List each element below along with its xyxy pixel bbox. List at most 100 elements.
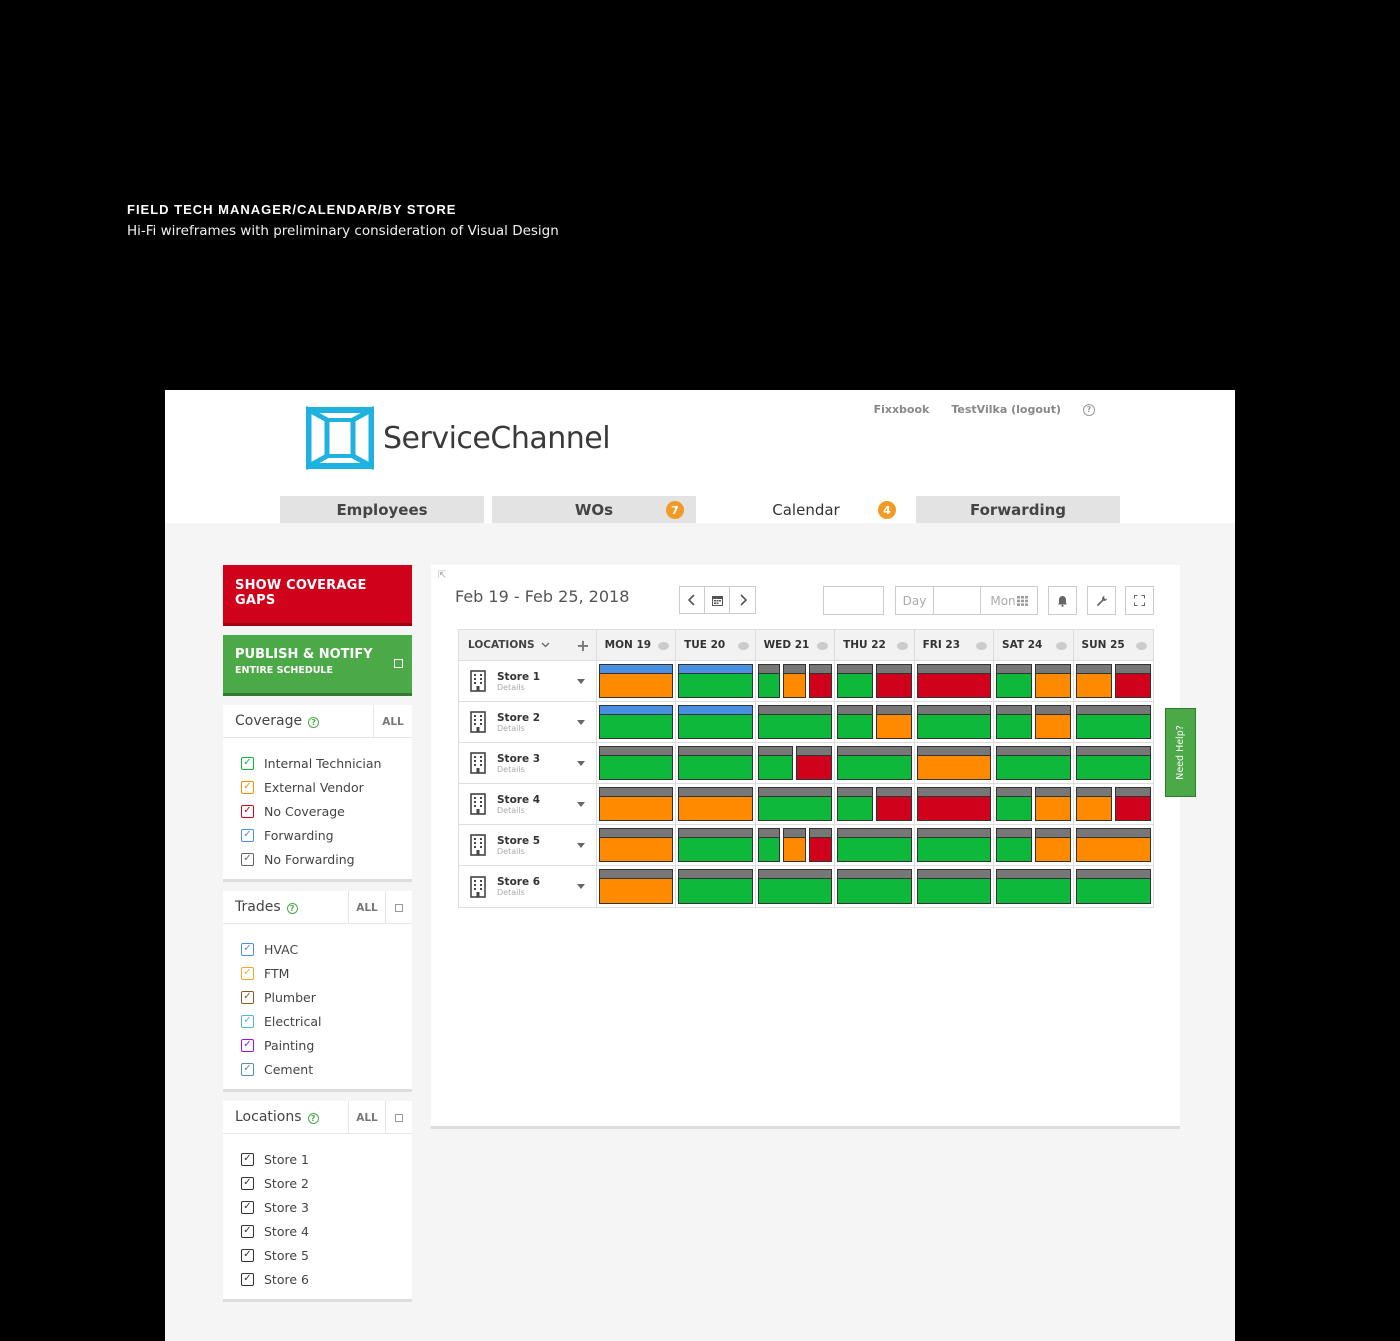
tab-employees[interactable]: Employees — [280, 496, 484, 523]
shift-block[interactable] — [916, 705, 992, 739]
comment-icon[interactable] — [976, 642, 988, 650]
schedule-cell[interactable] — [756, 784, 836, 824]
fullscreen-button[interactable] — [1125, 586, 1154, 615]
shift-block[interactable] — [837, 787, 873, 821]
schedule-cell[interactable] — [994, 743, 1074, 783]
checkbox-icon[interactable]: ✓ — [241, 852, 254, 866]
shift-block[interactable] — [916, 664, 992, 698]
prev-week-button[interactable] — [680, 587, 705, 613]
locations-help-icon[interactable]: ? — [307, 1113, 319, 1124]
trades-all-button[interactable]: ALL — [348, 891, 385, 924]
shift-block[interactable] — [1075, 787, 1112, 821]
tab-calendar[interactable]: Calendar 4 — [704, 496, 908, 523]
schedule-cell[interactable] — [994, 784, 1074, 824]
need-help-tab[interactable]: Need Help? — [1165, 708, 1196, 797]
schedule-cell[interactable] — [1074, 661, 1153, 701]
locations-column-header[interactable]: LOCATIONS + — [459, 630, 597, 660]
notifications-button[interactable] — [1048, 586, 1077, 615]
schedule-cell[interactable] — [756, 866, 836, 907]
trade-filter-item[interactable]: ✓ Painting — [241, 1033, 412, 1057]
logout-link[interactable]: TestVilka (logout) — [951, 403, 1061, 416]
shift-block[interactable] — [757, 787, 833, 821]
view-week-button[interactable] — [934, 587, 981, 614]
checkbox-icon[interactable]: ✓ — [241, 1176, 254, 1190]
checkbox-icon[interactable]: ✓ — [241, 990, 254, 1004]
day-column-header[interactable]: WED 21 — [756, 630, 836, 660]
shift-block[interactable] — [996, 787, 1032, 821]
comment-icon[interactable] — [1055, 642, 1067, 650]
shift-block[interactable] — [783, 664, 807, 698]
shift-block[interactable] — [837, 869, 912, 904]
chevron-down-icon[interactable] — [576, 802, 585, 807]
coverage-filter-item[interactable]: ✓ External Vendor — [241, 775, 412, 799]
schedule-cell[interactable] — [915, 743, 995, 783]
schedule-cell[interactable] — [994, 825, 1074, 865]
shift-block[interactable] — [757, 828, 781, 862]
trades-help-icon[interactable]: ? — [286, 903, 298, 914]
day-column-header[interactable]: TUE 20 — [676, 630, 756, 660]
location-filter-item[interactable]: ✓ Store 5 — [241, 1243, 412, 1267]
shift-block[interactable] — [1075, 869, 1152, 904]
location-filter-item[interactable]: ✓ Store 4 — [241, 1219, 412, 1243]
store-details-link[interactable]: Details — [497, 683, 540, 692]
shift-block[interactable] — [1034, 664, 1071, 698]
store-cell[interactable]: Store 5 Details — [459, 825, 597, 865]
shift-block[interactable] — [1034, 787, 1071, 821]
chevron-down-icon[interactable] — [576, 679, 585, 684]
store-details-link[interactable]: Details — [497, 847, 540, 856]
checkbox-icon[interactable]: ✓ — [241, 756, 254, 770]
shift-block[interactable] — [996, 828, 1032, 862]
schedule-cell[interactable] — [994, 661, 1074, 701]
coverage-filter-item[interactable]: ✓ No Coverage — [241, 799, 412, 823]
comment-icon[interactable] — [737, 642, 749, 650]
day-column-header[interactable]: SAT 24 — [994, 630, 1074, 660]
shift-block[interactable] — [598, 787, 674, 821]
shift-block[interactable] — [757, 664, 781, 698]
shift-block[interactable] — [916, 828, 992, 862]
shift-block[interactable] — [1114, 787, 1152, 821]
shift-block[interactable] — [875, 787, 912, 821]
shift-block[interactable] — [916, 869, 992, 904]
shift-block[interactable] — [996, 664, 1032, 698]
schedule-cell[interactable] — [835, 784, 915, 824]
store-cell[interactable]: Store 4 Details — [459, 784, 597, 824]
checkbox-icon[interactable]: ✓ — [241, 1248, 254, 1262]
schedule-cell[interactable] — [1074, 784, 1153, 824]
schedule-cell[interactable] — [756, 702, 836, 742]
shift-block[interactable] — [837, 746, 912, 780]
day-column-header[interactable]: FRI 23 — [915, 630, 995, 660]
fixxbook-link[interactable]: Fixxbook — [874, 403, 930, 416]
day-column-header[interactable]: SUN 25 — [1074, 630, 1153, 660]
shift-block[interactable] — [678, 869, 753, 904]
shift-block[interactable] — [678, 828, 753, 862]
schedule-cell[interactable] — [676, 702, 756, 742]
store-cell[interactable]: Store 6 Details — [459, 866, 597, 907]
schedule-cell[interactable] — [676, 661, 756, 701]
store-details-link[interactable]: Details — [497, 806, 540, 815]
store-cell[interactable]: Store 2 Details — [459, 702, 597, 742]
schedule-cell[interactable] — [676, 743, 756, 783]
schedule-cell[interactable] — [915, 866, 995, 907]
day-column-header[interactable]: MON 19 — [597, 630, 677, 660]
schedule-cell[interactable] — [676, 825, 756, 865]
checkbox-icon[interactable]: ✓ — [241, 942, 254, 956]
comment-icon[interactable] — [658, 642, 670, 650]
view-month-button[interactable]: Mon — [981, 587, 1037, 614]
checkbox-icon[interactable]: ✓ — [241, 1014, 254, 1028]
comment-icon[interactable] — [896, 642, 908, 650]
tab-forwarding[interactable]: Forwarding — [916, 496, 1120, 523]
shift-block[interactable] — [1075, 828, 1152, 862]
shift-block[interactable] — [757, 869, 833, 904]
checkbox-icon[interactable]: ✓ — [241, 1200, 254, 1214]
tab-wos[interactable]: WOs 7 — [492, 496, 696, 523]
schedule-cell[interactable] — [756, 661, 836, 701]
schedule-cell[interactable] — [915, 661, 995, 701]
schedule-cell[interactable] — [756, 825, 836, 865]
trades-expand-icon[interactable] — [385, 891, 412, 924]
schedule-cell[interactable] — [597, 743, 677, 783]
shift-block[interactable] — [796, 746, 833, 780]
shift-block[interactable] — [678, 664, 753, 698]
schedule-cell[interactable] — [597, 661, 677, 701]
shift-block[interactable] — [598, 828, 674, 862]
shift-block[interactable] — [996, 869, 1071, 904]
